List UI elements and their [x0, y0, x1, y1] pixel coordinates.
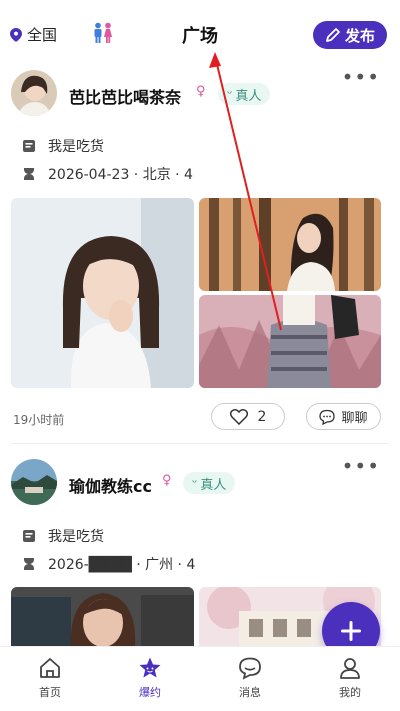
female-icon: ♀ [162, 473, 172, 488]
photo[interactable] [11, 587, 194, 646]
tab-label: 消息 [239, 686, 261, 699]
star-icon [139, 657, 161, 678]
avatar[interactable] [11, 459, 57, 505]
meta-row: 2026-████ · 广州 · 4 [22, 554, 195, 574]
verified-badge: ᵕ 真人 [218, 83, 271, 105]
smile-icon: ᵕ [227, 86, 233, 102]
verified-badge-label: 真人 [235, 88, 262, 104]
verified-badge: ᵕ 真人 [183, 472, 236, 494]
bottom-tab-bar: 首页 爆约 消息 我的 [0, 646, 400, 711]
chat-label: 聊聊 [341, 411, 368, 426]
tab-profile[interactable]: 我的 [300, 647, 400, 711]
verified-badge-label: 真人 [200, 477, 227, 493]
home-icon [40, 658, 60, 678]
hourglass-icon [24, 558, 34, 570]
photo-grid [11, 198, 383, 388]
username[interactable]: 芭比芭比喝茶奈 [69, 84, 181, 108]
tab-label: 爆约 [139, 686, 161, 699]
intro-text: 我是吃货 [48, 529, 104, 545]
tab-home[interactable]: 首页 [0, 647, 100, 711]
smile-icon: ᵕ [192, 475, 198, 491]
person-icon [340, 658, 360, 679]
publish-label: 发布 [344, 26, 375, 45]
tab-baoyue[interactable]: 爆约 [100, 647, 200, 711]
like-button[interactable]: 2 [211, 403, 285, 430]
photo[interactable] [11, 198, 194, 388]
divider [11, 443, 389, 444]
post-time: 19小时前 [13, 413, 65, 427]
hourglass-icon [24, 168, 34, 180]
like-count: 2 [257, 408, 267, 425]
intro-text: 我是吃货 [48, 139, 104, 155]
photo[interactable] [199, 198, 381, 291]
avatar[interactable] [11, 70, 57, 116]
chat-button[interactable]: 聊聊 [306, 403, 381, 430]
tab-label: 我的 [339, 686, 361, 699]
id-card-icon [23, 530, 35, 542]
tab-label: 首页 [39, 686, 61, 699]
more-options-icon[interactable]: ••• [342, 456, 380, 476]
heart-icon [229, 408, 248, 425]
tab-messages[interactable]: 消息 [200, 647, 300, 711]
top-bar: 全国 广场 发布 [0, 0, 400, 66]
meta-text: 2026-████ · 广州 · 4 [48, 557, 196, 573]
intro-row: 我是吃货 [22, 136, 104, 156]
chat-bubble-icon [319, 409, 336, 425]
meta-text: 2026-04-23 · 北京 · 4 [48, 167, 193, 183]
pencil-icon [326, 28, 340, 42]
intro-row: 我是吃货 [22, 526, 104, 546]
more-options-icon[interactable]: ••• [342, 67, 380, 87]
publish-button[interactable]: 发布 [313, 21, 387, 49]
photo[interactable] [199, 295, 381, 388]
female-icon: ♀ [196, 84, 206, 99]
meta-row: 2026-04-23 · 北京 · 4 [22, 164, 193, 184]
plus-icon [341, 621, 361, 641]
username[interactable]: 瑜伽教练cc [69, 473, 152, 497]
id-card-icon [23, 140, 35, 152]
chat-bubble-icon [239, 657, 261, 680]
